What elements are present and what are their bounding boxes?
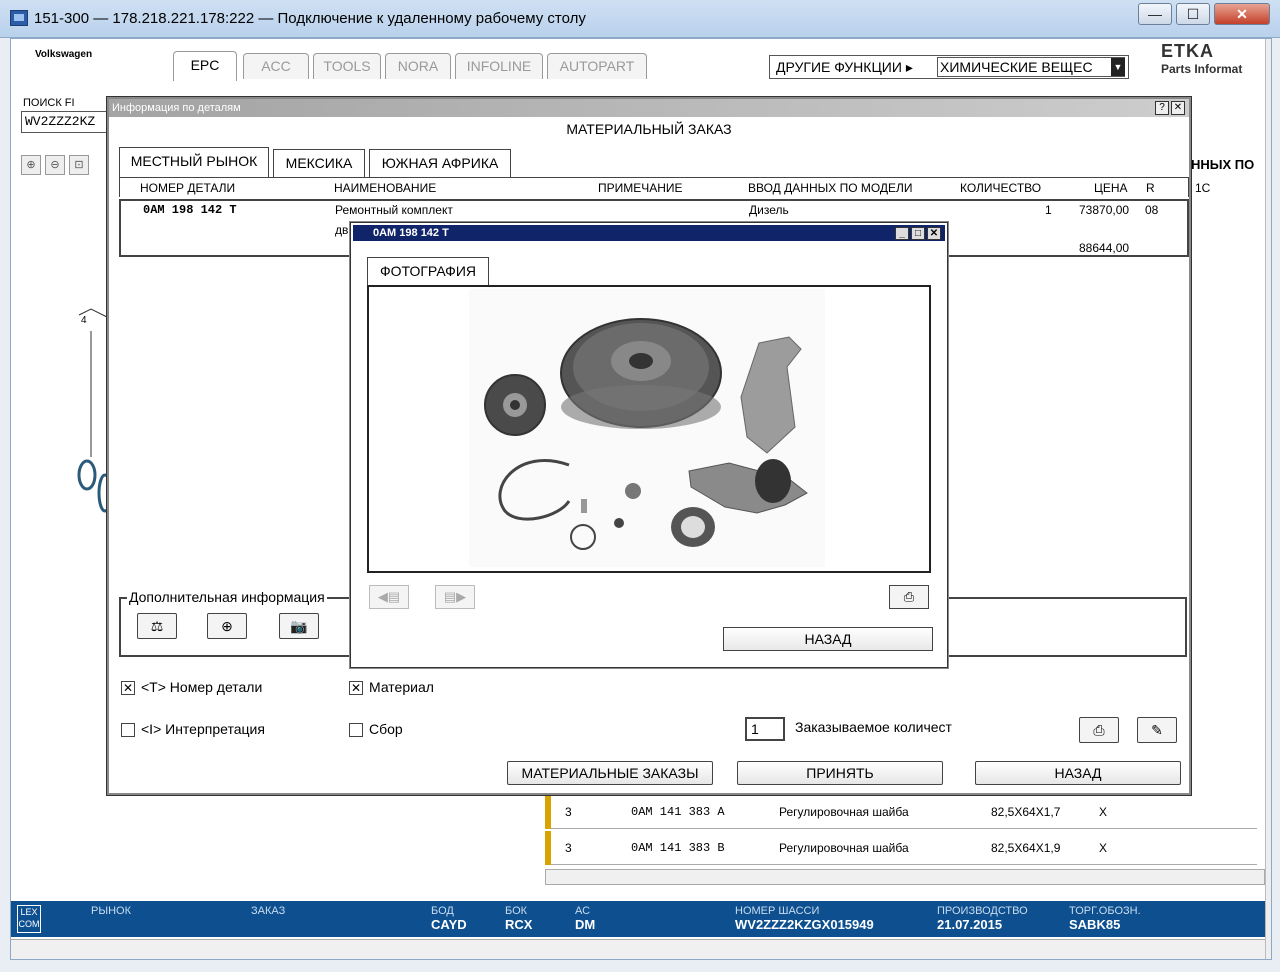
etka-logo: ETKA Parts Informat <box>1161 41 1243 76</box>
vertical-scrollbar[interactable] <box>1265 39 1271 959</box>
tab-local-market[interactable]: МЕСТНЫЙ РЫНОК <box>119 147 269 177</box>
checkbox-interpretation[interactable] <box>121 723 135 737</box>
next-photo-icon[interactable]: ▤▶ <box>435 585 475 609</box>
quantity: 1 <box>1045 203 1052 217</box>
status-bar: LEX COM РЫНОК ЗАКАЗ БОД CAYD БОК RCX АС … <box>11 901 1271 937</box>
photo-dialog: 0AM 198 142 T _ □ ✕ ФОТОГРАФИЯ ◀▤ ▤▶ ⎙ Н… <box>350 222 948 668</box>
chevron-down-icon[interactable]: ▼ <box>1111 58 1125 76</box>
row-highlight <box>545 795 551 829</box>
order-table-header: НОМЕР ДЕТАЛИ НАИМЕНОВАНИЕ ПРИМЕЧАНИЕ ВВО… <box>119 177 1189 197</box>
tab-nora[interactable]: NORA <box>385 53 451 79</box>
search-label: ПОИСК FI <box>23 97 75 109</box>
close-icon[interactable]: ✕ <box>1171 101 1185 115</box>
part-name-line2: дв <box>335 223 349 237</box>
print-icon[interactable]: ⎙ <box>889 585 929 609</box>
ac-value: DM <box>575 917 596 932</box>
chassis-value: WV2ZZZ2KZGX015949 <box>735 917 874 932</box>
bottom-scrollbar[interactable] <box>11 939 1271 959</box>
part-number: 0AM 198 142 T <box>143 203 237 217</box>
tab-autopart[interactable]: AUTOPART <box>547 53 647 79</box>
lexcom-logo: LEX COM <box>17 905 41 933</box>
tab-acc[interactable]: ACC <box>243 53 309 79</box>
tab-photo[interactable]: ФОТОГРАФИЯ <box>367 257 489 285</box>
edit-icon[interactable]: ✎ <box>1137 717 1177 743</box>
body-value: CAYD <box>431 917 467 932</box>
previous-photo-icon[interactable]: ◀▤ <box>369 585 409 609</box>
zoom-out-icon[interactable]: ⊖ <box>45 155 65 175</box>
checkbox-interpretation-label: <I> Интерпретация <box>141 721 265 737</box>
part-name: Ремонтный комплект <box>335 203 453 217</box>
checkbox-material[interactable]: ✕ <box>349 681 363 695</box>
table-row[interactable]: 3 0AM 141 383 A Регулировочная шайба 82,… <box>545 795 1257 829</box>
order-heading: МАТЕРИАЛЬНЫЙ ЗАКАЗ <box>566 121 732 137</box>
checkbox-part-number[interactable]: ✕ <box>121 681 135 695</box>
window-title-bar: 151-300 — 178.218.221.178:222 — Подключе… <box>0 0 1280 38</box>
other-functions-label: ДРУГИЕ ФУНКЦИИ ▸ <box>776 59 913 75</box>
tab-infoline[interactable]: INFOLINE <box>455 53 543 79</box>
price-total: 88644,00 <box>1079 241 1130 255</box>
dialog-title: Информация по деталям <box>112 102 241 114</box>
close-window-button[interactable]: ✕ <box>1214 3 1270 25</box>
print-icon[interactable]: ⎙ <box>1079 717 1119 743</box>
chemicals-select[interactable]: ХИМИЧЕСКИЕ ВЕЩЕС <box>937 57 1125 77</box>
order-quantity-input[interactable]: 1 <box>745 717 785 741</box>
r-code: 08 <box>1145 203 1159 217</box>
minimize-icon[interactable]: _ <box>895 227 909 240</box>
table-row[interactable]: 3 0AM 141 383 B Регулировочная шайба 82,… <box>545 831 1257 865</box>
search-input[interactable]: WV2ZZZ2KZ <box>21 111 121 133</box>
checkbox-assembly[interactable] <box>349 723 363 737</box>
trade-value: SABK85 <box>1069 917 1121 932</box>
material-orders-button[interactable]: МАТЕРИАЛЬНЫЕ ЗАКАЗЫ <box>507 761 713 785</box>
model-data: Дизель <box>749 203 789 217</box>
minimize-button[interactable]: — <box>1138 3 1172 25</box>
photo-dialog-title-bar: 0AM 198 142 T _ □ ✕ <box>353 225 945 241</box>
tab-mexico[interactable]: МЕКСИКА <box>273 149 365 177</box>
maximize-button[interactable]: ☐ <box>1176 3 1210 25</box>
accept-button[interactable]: ПРИНЯТЬ <box>737 761 943 785</box>
tab-tools[interactable]: TOOLS <box>313 53 381 79</box>
checkbox-material-label: Материал <box>369 679 434 695</box>
price: 73870,00 <box>1079 203 1130 217</box>
photo-dialog-title: 0AM 198 142 T <box>373 227 449 239</box>
row-highlight <box>545 831 551 865</box>
checkbox-part-number-label: <T> Номер детали <box>141 679 263 695</box>
box-value: RCX <box>505 917 533 932</box>
maximize-icon[interactable]: □ <box>911 227 925 240</box>
clutch-kit-image <box>469 289 825 567</box>
close-icon[interactable]: ✕ <box>927 227 941 240</box>
production-value: 21.07.2015 <box>937 917 1003 932</box>
zoom-fit-icon[interactable]: ⊡ <box>69 155 89 175</box>
camera-icon[interactable]: 📷 <box>279 613 319 639</box>
back-button[interactable]: НАЗАД <box>975 761 1181 785</box>
checkbox-assembly-label: Сбор <box>369 721 403 737</box>
remote-desktop-icon <box>10 10 28 26</box>
dialog-title-bar: Информация по деталям ? ✕ <box>109 99 1189 117</box>
diagram-icon[interactable]: ⚖ <box>137 613 177 639</box>
cell-fragment: 1C <box>1195 181 1211 195</box>
zoom-in-icon[interactable]: ⊕ <box>21 155 41 175</box>
photo-back-button[interactable]: НАЗАД <box>723 627 933 651</box>
help-button[interactable]: ? <box>1155 101 1169 115</box>
column-header-fragment: ННЫХ ПО <box>1191 157 1255 172</box>
part-photo <box>367 285 931 573</box>
tab-epc[interactable]: EPC <box>173 51 237 81</box>
add-circle-icon[interactable]: ⊕ <box>207 613 247 639</box>
horizontal-scrollbar[interactable] <box>545 869 1265 885</box>
additional-info-title: Дополнительная информация <box>127 589 327 605</box>
window-title: 151-300 — 178.218.221.178:222 — Подключе… <box>34 10 586 27</box>
brand-name: Volkswagen <box>35 49 93 60</box>
tab-south-africa[interactable]: ЮЖНАЯ АФРИКА <box>369 149 511 177</box>
order-quantity-label: Заказываемое количест <box>795 719 952 735</box>
